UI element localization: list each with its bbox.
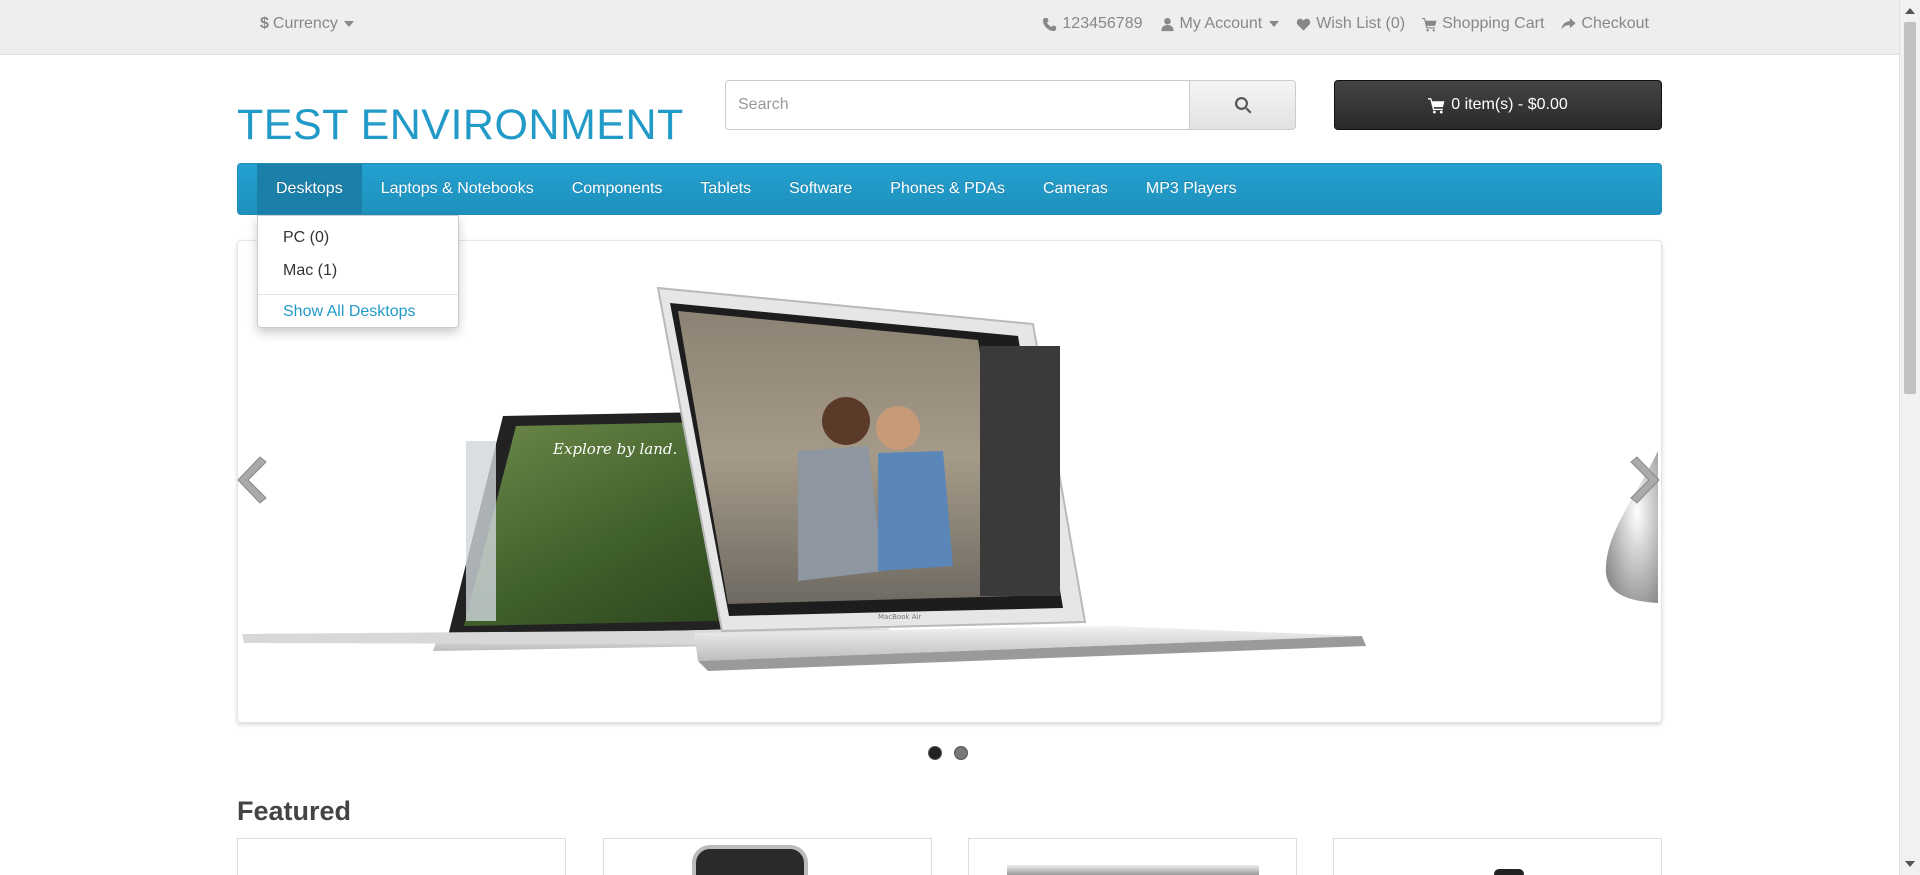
user-icon [1160, 17, 1174, 31]
share-icon [1561, 17, 1576, 30]
product-thumbnail [1007, 865, 1259, 875]
caret-down-icon [343, 21, 354, 27]
show-all-desktops-link[interactable]: Show All Desktops [283, 303, 416, 321]
product-card[interactable] [237, 838, 566, 875]
shopping-cart-label: Shopping Cart [1442, 15, 1545, 32]
shopping-cart-link[interactable]: Shopping Cart [1422, 15, 1544, 33]
top-bar: $ Currency 123456789 My Account Wish Lis… [0, 0, 1899, 55]
menu-item-tablets[interactable]: Tablets [681, 164, 770, 214]
laptop-brand-label: MacBook Air [878, 613, 922, 621]
menu-item-mp3-players[interactable]: MP3 Players [1127, 164, 1256, 214]
page-scrollbar[interactable] [1899, 0, 1920, 875]
featured-heading: Featured [237, 796, 352, 826]
menu-item-components[interactable]: Components [553, 164, 682, 214]
phone-link[interactable]: 123456789 [1042, 15, 1143, 33]
scroll-down-icon[interactable] [1905, 861, 1915, 867]
menu-item-cameras[interactable]: Cameras [1024, 164, 1127, 214]
wish-list-label: Wish List (0) [1316, 15, 1406, 32]
category-menu: Desktops Laptops & Notebooks Components … [237, 163, 1662, 215]
search-icon [1234, 97, 1251, 114]
menu-item-laptops-notebooks[interactable]: Laptops & Notebooks [362, 164, 553, 214]
checkout-label: Checkout [1581, 15, 1649, 32]
menu-item-software[interactable]: Software [770, 164, 871, 214]
dropdown-divider [258, 294, 458, 295]
cart-summary-text: 0 item(s) - $0.00 [1451, 96, 1568, 113]
product-card[interactable] [968, 838, 1297, 875]
slideshow-dot-2[interactable] [954, 746, 968, 760]
scroll-up-icon[interactable] [1905, 8, 1915, 14]
slide-screen-caption: Explore by land. [552, 440, 677, 458]
menu-item-phones-pdas[interactable]: Phones & PDAs [871, 164, 1024, 214]
store-logo[interactable]: TEST ENVIRONMENT [237, 101, 684, 150]
phone-icon [1043, 17, 1057, 31]
chevron-right-icon [1630, 456, 1660, 504]
currency-dropdown[interactable]: $ Currency [260, 15, 354, 33]
top-links: 123456789 My Account Wish List (0) Shopp… [1042, 15, 1649, 33]
product-card[interactable] [603, 838, 932, 875]
caret-down-icon [1269, 21, 1280, 27]
search-bar [725, 80, 1296, 130]
slideshow-prev-button[interactable] [234, 455, 268, 505]
checkout-link[interactable]: Checkout [1561, 15, 1649, 33]
cart-summary-button[interactable]: 0 item(s) - $0.00 [1334, 80, 1662, 130]
product-thumbnail [692, 845, 808, 875]
slideshow-dot-1[interactable] [928, 746, 942, 760]
my-account-label: My Account [1179, 15, 1263, 32]
scrollbar-thumb[interactable] [1904, 22, 1916, 394]
desktops-dropdown: PC (0) Mac (1) Show All Desktops [257, 215, 459, 328]
wish-list-link[interactable]: Wish List (0) [1296, 15, 1405, 33]
cart-icon [1422, 17, 1437, 32]
currency-symbol: $ [260, 15, 269, 32]
phone-number: 123456789 [1062, 15, 1143, 32]
currency-label: Currency [272, 15, 338, 32]
menu-item-desktops[interactable]: Desktops [257, 164, 362, 214]
dropdown-item-pc[interactable]: PC (0) [283, 229, 329, 247]
product-thumbnail [1494, 869, 1524, 875]
search-button[interactable] [1190, 80, 1296, 130]
slideshow-next-button[interactable] [1629, 455, 1663, 505]
chevron-left-icon [237, 456, 267, 504]
slideshow-pagination [928, 746, 968, 760]
my-account-link[interactable]: My Account [1160, 15, 1280, 33]
cart-icon [1428, 97, 1445, 113]
heart-icon [1296, 18, 1311, 31]
search-input[interactable] [725, 80, 1190, 130]
product-card[interactable] [1333, 838, 1662, 875]
dropdown-item-mac[interactable]: Mac (1) [283, 262, 337, 280]
